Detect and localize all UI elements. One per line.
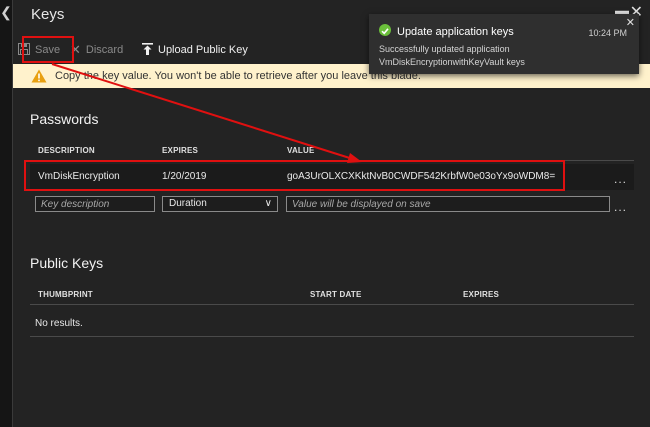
duration-select[interactable]: Duration ∨ [162, 196, 278, 212]
column-value: VALUE [287, 146, 315, 155]
warning-text: Copy the key value. You won't be able to… [55, 70, 421, 82]
blade-title: Keys [31, 6, 65, 23]
chevron-left-icon[interactable]: ❮ [0, 4, 12, 20]
toast-title: Update application keys [397, 26, 514, 38]
table-divider [30, 336, 634, 337]
column-description: DESCRIPTION [38, 146, 95, 155]
column-thumbprint: THUMBPRINT [38, 290, 93, 299]
save-annotation-box [22, 36, 74, 63]
column-expires: EXPIRES [162, 146, 199, 155]
key-description-input[interactable] [35, 196, 155, 212]
row-more-button[interactable]: ... [614, 172, 627, 186]
blade-collapse-strip[interactable]: ❮ [0, 0, 12, 427]
upload-icon [142, 42, 153, 58]
empty-results-text: No results. [35, 318, 83, 329]
upload-public-key-button[interactable]: Upload Public Key [142, 38, 248, 62]
header-divider [30, 304, 634, 305]
passwords-title: Passwords [30, 111, 99, 127]
upload-label: Upload Public Key [158, 44, 248, 56]
key-row-annotation-box [24, 160, 565, 191]
success-check-icon [379, 24, 391, 36]
discard-button[interactable]: ✕ Discard [70, 38, 123, 62]
column-expires: EXPIRES [463, 290, 500, 299]
toast-message: Successfully updated application VmDiskE… [379, 44, 525, 67]
public-keys-title: Public Keys [30, 255, 104, 271]
key-value-input[interactable] [286, 196, 610, 212]
new-row-more-button[interactable]: ... [614, 200, 627, 214]
toast-time: 10:24 PM [588, 28, 627, 38]
duration-value: Duration [169, 198, 207, 209]
column-start-date: START DATE [310, 290, 362, 299]
warning-icon [31, 69, 47, 83]
chevron-down-icon: ∨ [264, 198, 272, 209]
notification-toast[interactable]: Update application keys 10:24 PM ✕ Succe… [369, 14, 639, 74]
discard-label: Discard [85, 44, 124, 56]
close-icon[interactable]: ✕ [626, 16, 635, 29]
